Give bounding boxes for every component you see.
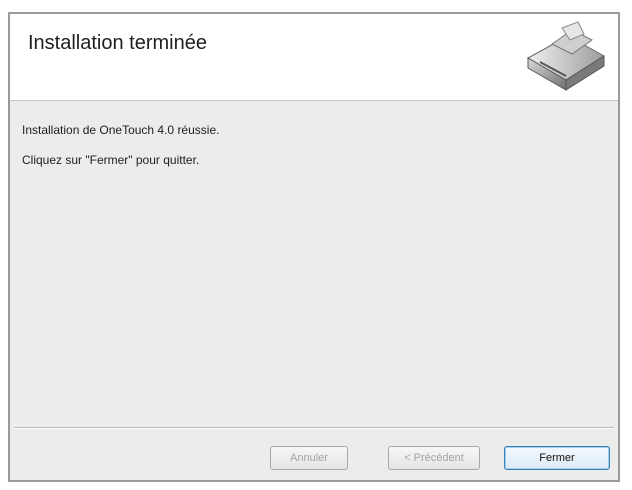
dialog-content: Installation de OneTouch 4.0 réussie. Cl… [10,101,618,421]
previous-button[interactable]: < Précédent [388,446,480,470]
scanner-icon [526,21,605,91]
success-message: Installation de OneTouch 4.0 réussie. [22,123,220,137]
instruction-message: Cliquez sur "Fermer" pour quitter. [22,153,200,167]
cancel-button[interactable]: Annuler [270,446,348,470]
dialog-title: Installation terminée [28,32,207,54]
close-button[interactable]: Fermer [504,446,610,470]
installer-dialog: Installation terminée Installation de On… [8,12,620,482]
dialog-header: Installation terminée [10,14,618,101]
footer-divider [14,427,614,429]
